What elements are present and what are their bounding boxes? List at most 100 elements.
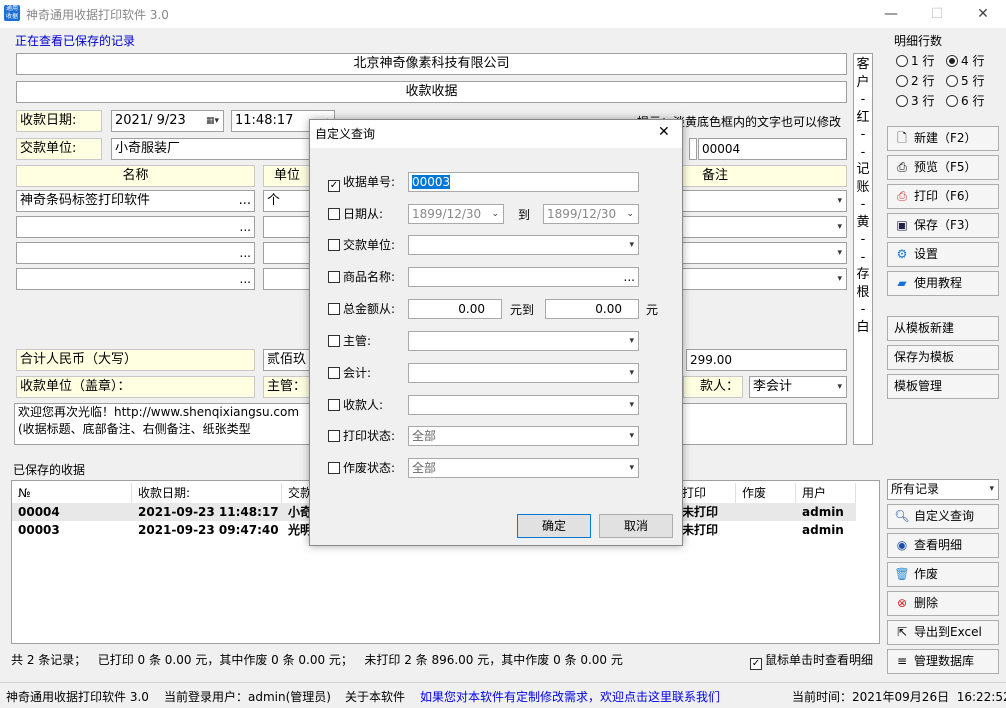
export-icon: ⇱ [896,625,908,639]
print-status-checkbox[interactable]: 打印状态: [328,426,395,446]
manager-label[interactable]: 主管： [263,376,311,398]
yuan-to-label: 元到 [510,303,535,317]
date-picker[interactable]: 2021/ 9/23 ▦▾ [111,110,224,132]
payer-select[interactable]: ▾ [408,235,639,255]
radio-3-row[interactable]: 3 行 [896,92,934,109]
payee-select[interactable]: 李会计 ▾ [749,376,847,398]
receipt-no-checkbox[interactable]: ✓ 收据单号: [328,172,395,192]
amount-checkbox[interactable]: 总金额从: [328,299,395,319]
total-amount[interactable]: 299.00 [686,349,847,371]
manager-checkbox[interactable]: 主管: [328,331,371,351]
save-button[interactable]: ▣ 保存（F3） [887,213,999,238]
cancel-button[interactable]: 取消 [599,514,673,538]
dropdown-icon: ▾ [837,196,842,206]
about-link[interactable]: 关于本软件 [345,688,405,705]
check-icon: ✓ [328,180,340,192]
accountant-select[interactable]: ▾ [408,363,639,383]
radio-2-row[interactable]: 2 行 [896,72,934,89]
radio-5-row[interactable]: 5 行 [946,72,984,89]
header-unit[interactable]: 单位 [263,165,311,187]
query-button[interactable]: 🔍︎ 自定义查询 [887,504,999,529]
header-name[interactable]: 名称 [16,165,255,187]
amount-from-input[interactable]: 0.00 [408,299,502,319]
delete-icon: ⊗ [896,596,908,610]
payer-field[interactable]: 小奇服装厂 [111,138,311,160]
database-button[interactable]: ≡ 管理数据库 [887,649,999,674]
date-from-checkbox[interactable]: 日期从: [328,204,383,224]
maximize-button[interactable]: ☐ [914,0,960,28]
new-button[interactable]: 🗋 新建（F2） [887,126,999,151]
amount-to-input[interactable]: 0.00 [545,299,639,319]
contact-link[interactable]: 如果您对本软件有定制修改需求，欢迎点击这里联系我们 [420,688,720,705]
col-date[interactable]: 收款日期: [132,483,282,503]
ok-button[interactable]: 确定 [517,514,591,538]
doc-title-field[interactable]: 收款收据 [16,81,847,103]
check-icon: ✓ [750,658,762,670]
date-label[interactable]: 收款日期: [16,110,102,132]
book-icon: ▰ [897,276,907,290]
payee-label[interactable]: 款人： [683,376,743,398]
date-from-picker[interactable]: 1899/12/30 ⌄ [408,204,504,224]
detail-button[interactable]: ◉ 查看明细 [887,533,999,558]
records-filter-select[interactable]: 所有记录 ▾ [887,479,999,500]
total-rmb-label[interactable]: 合计人民币（大写） [16,349,255,371]
date-to-picker[interactable]: 1899/12/30 ⌄ [543,204,639,224]
item-unit-3[interactable] [263,242,311,264]
manage-template-button[interactable]: 模板管理 [887,374,999,399]
dialog-title-bar: 自定义查询 [310,120,682,148]
save-template-button[interactable]: 保存为模板 [887,345,999,370]
payer-label[interactable]: 交款单位: [16,138,102,160]
row2-no[interactable]: 00003 [12,521,60,539]
seal-label[interactable]: 收款单位（盖章）： [16,376,255,398]
close-button[interactable]: ✕ [960,0,1006,28]
item-unit-4[interactable] [263,268,311,290]
company-field[interactable]: 北京神奇像素科技有限公司 [16,53,847,75]
item-name-3[interactable]: ... [16,242,255,264]
receipt-number-field[interactable]: 00004 [698,138,847,160]
payer-checkbox[interactable]: 交款单位: [328,235,395,255]
radio-6-row[interactable]: 6 行 [946,92,984,109]
item-unit-2[interactable] [263,216,311,238]
item-name-4[interactable]: ... [16,268,255,290]
delete-button[interactable]: ⊗ 删除 [887,591,999,616]
new-doc-icon: 🗋 [897,131,907,145]
tutorial-button[interactable]: ▰ 使用教程 [887,271,999,296]
preview-button[interactable]: ⎙ 预览（F5） [887,155,999,180]
col-no[interactable]: № [12,483,132,503]
product-input[interactable]: ... [408,267,639,287]
payee-checkbox[interactable]: 收款人: [328,395,383,415]
from-template-button[interactable]: 从模板新建 [887,316,999,341]
saved-title: 已保存的收据 [13,463,86,477]
receipt-no-input[interactable]: 00003 [408,172,639,192]
print-button[interactable]: ⎙ 打印（F6） [887,184,999,209]
query-dialog: 自定义查询 ✕ ✓ 收据单号: 00003 日期从: 1899/12/30 ⌄ 到 … [309,119,683,546]
void-button[interactable]: 🗑︎ 作废 [887,562,999,587]
accountant-checkbox[interactable]: 会计: [328,363,371,383]
radio-4-row[interactable]: 4 行 [946,52,984,69]
item-name-2[interactable]: ... [16,216,255,238]
void-status-checkbox[interactable]: 作废状态: [328,458,395,478]
item-unit-1[interactable]: 个 [263,190,311,212]
product-checkbox[interactable]: 商品名称: [328,267,395,287]
print-status-select[interactable]: 全部 ▾ [408,426,639,446]
side-note[interactable]: 客户-红--记账-黄--存根-白 [853,53,873,445]
row2-user: admin [802,523,844,537]
col-print[interactable]: 打印 [676,483,736,503]
void-status-select[interactable]: 全部 ▾ [408,458,639,478]
radio-1-row[interactable]: 1 行 [896,52,934,69]
col-user[interactable]: 用户 [796,483,856,503]
item-name-1[interactable]: 神奇条码标签打印软件... [16,190,255,212]
manager-select[interactable]: ▾ [408,331,639,351]
title-bar: 通用收据 神奇通用收据打印软件 3.0 — ☐ ✕ [0,0,1006,28]
chevron-down-icon: ⌄ [626,209,634,219]
total-rmb-value[interactable]: 贰佰玖 [263,349,311,371]
payee-select[interactable]: ▾ [408,395,639,415]
database-icon: ≡ [896,654,908,668]
click-detail-checkbox[interactable]: ✓ 鼠标单击时查看明细 [750,651,873,670]
status-user: 当前登录用户：admin(管理员) [164,690,331,704]
minimize-button[interactable]: — [868,0,914,28]
col-void[interactable]: 作废 [736,483,796,503]
export-button[interactable]: ⇱ 导出到Excel [887,620,999,645]
dialog-close-icon[interactable]: ✕ [658,124,670,140]
settings-button[interactable]: ⚙ 设置 [887,242,999,267]
